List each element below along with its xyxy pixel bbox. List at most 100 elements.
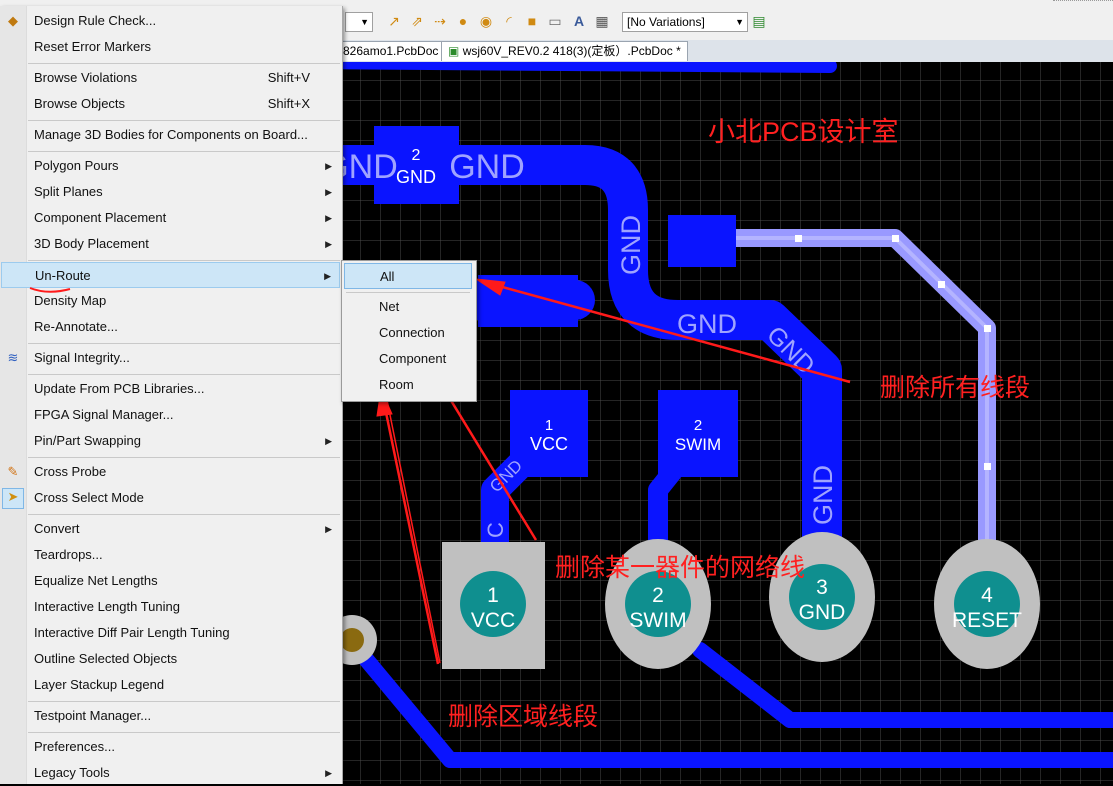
pad-net: GND [799,601,846,624]
trace-label: GND [449,148,525,186]
menu-separator [28,732,340,733]
menu-item-update-from-pcb-libraries[interactable]: Update From PCB Libraries... [1,376,340,402]
menu-separator [28,63,340,64]
tab-wsj60v[interactable]: ▣ wsj60V_REV0.2 418(3)(定板）.PcbDoc * [441,41,688,61]
menu-item-component-placement[interactable]: Component Placement ▶ [1,205,340,231]
submenu-arrow-icon: ▶ [325,239,332,249]
pad-number: 2 [694,417,702,434]
submenu-item-net[interactable]: Net [344,294,472,320]
menu-item-reset-error-markers[interactable]: Reset Error Markers [1,34,340,60]
submenu-arrow-icon: ▶ [325,213,332,223]
pad-reset-smd[interactable] [668,215,736,267]
track-top[interactable] [293,62,837,73]
signal-integrity-icon: ≋ [7,350,19,365]
variations-select[interactable]: [No Variations] ▼ [622,12,748,32]
trace-label: GND [808,465,838,525]
pad-net: SWIM [675,435,721,454]
menu-item-3d-body-placement[interactable]: 3D Body Placement ▶ [1,231,340,257]
string-icon[interactable]: A [571,13,587,29]
submenu-arrow-icon: ▶ [325,187,332,197]
menu-item-convert[interactable]: Convert ▶ [1,516,340,542]
diff-pair-icon[interactable]: ⇗ [409,13,425,29]
trace-label: GND [616,215,646,275]
submenu-item-component[interactable]: Component [344,346,472,372]
menu-item-manage-3d-bodies[interactable]: Manage 3D Bodies for Components on Board… [1,122,340,148]
menu-item-equalize-net-lengths[interactable]: Equalize Net Lengths [1,568,340,594]
menu-separator [28,701,340,702]
pad-number: 4 [981,584,993,607]
menu-item-re-annotate[interactable]: Re-Annotate... [1,314,340,340]
menu-item-cross-probe[interactable]: ✎ Cross Probe [1,459,340,485]
board-icon[interactable]: ▤ [751,13,767,29]
tools-menu: ◆ Design Rule Check... Reset Error Marker… [0,6,343,784]
menu-separator [28,343,340,344]
menu-item-cross-select-mode[interactable]: ➤ Cross Select Mode [1,485,340,511]
menu-separator [28,120,340,121]
trace-label: C [483,522,508,538]
annotation-delete-region: 删除区域线段 [448,703,599,731]
pad-number: 2 [652,584,664,607]
pad-number: 1 [545,417,553,434]
chevron-down-icon: ▼ [735,17,744,27]
menu-item-density-map[interactable]: Density Map [1,288,340,314]
submenu-arrow-icon: ▶ [325,524,332,534]
watermark-label: 小北PCB设计室 [708,117,899,147]
toolbar-dropdown[interactable]: ▼ [345,12,373,32]
menu-item-design-rule-check[interactable]: ◆ Design Rule Check... [1,8,340,34]
menu-item-browse-objects[interactable]: Browse Objects Shift+X [1,91,340,117]
submenu-item-connection[interactable]: Connection [344,320,472,346]
annotation-delete-component: 删除某一器件的网络线 [555,554,806,582]
pad-net: VCC [471,609,515,632]
menu-item-fpga-signal-manager[interactable]: FPGA Signal Manager... [1,402,340,428]
menu-item-pin-part-swapping[interactable]: Pin/Part Swapping ▶ [1,428,340,454]
tab-826amo1[interactable]: 826amo1.PcbDoc * [336,41,454,61]
pad-net: VCC [530,434,568,454]
menu-separator [346,292,470,293]
menu-separator [28,457,340,458]
pad-net: RESET [952,609,1022,632]
submenu-arrow-icon: ▶ [324,271,331,281]
menu-separator [28,514,340,515]
un-route-submenu: All Net Connection Component Room [341,260,477,402]
menu-item-outline-selected-objects[interactable]: Outline Selected Objects [1,646,340,672]
pad-net: SWIM [629,609,686,632]
menu-item-preferences[interactable]: Preferences... [1,734,340,760]
menu-item-layer-stackup-legend[interactable]: Layer Stackup Legend [1,672,340,698]
annotation-delete-all: 删除所有线段 [880,374,1031,402]
submenu-item-all[interactable]: All [344,263,472,289]
fill-icon[interactable]: ■ [524,13,540,29]
menu-separator [28,260,340,261]
pad-number: 1 [487,584,499,607]
menu-item-polygon-pours[interactable]: Polygon Pours ▶ [1,153,340,179]
pad-number: 2 [412,147,421,164]
toolbar-gripper [1053,0,1113,9]
menu-separator [28,151,340,152]
menu-item-testpoint-manager[interactable]: Testpoint Manager... [1,703,340,729]
cross-probe-icon: ✎ [7,464,19,479]
submenu-arrow-icon: ▶ [325,161,332,171]
pad-net: GND [396,167,436,187]
submenu-arrow-icon: ▶ [325,436,332,446]
via-icon[interactable]: ◉ [478,13,494,29]
pcb-doc-icon: ▣ [448,44,460,58]
menu-item-signal-integrity[interactable]: ≋ Signal Integrity... [1,345,340,371]
polygon-icon[interactable]: ▭ [547,13,563,29]
variations-value: [No Variations] [627,15,705,29]
menu-item-browse-violations[interactable]: Browse Violations Shift+V [1,65,340,91]
submenu-arrow-icon: ▶ [325,768,332,778]
drc-icon: ◆ [8,13,18,28]
pad-number: 3 [816,576,828,599]
menu-item-interactive-diff-pair-length-tuning[interactable]: Interactive Diff Pair Length Tuning [1,620,340,646]
submenu-item-room[interactable]: Room [344,372,472,398]
grid-select-icon[interactable]: ▦ [594,13,610,29]
multi-route-icon[interactable]: ⇢ [432,13,448,29]
menu-separator [28,374,340,375]
arc-icon[interactable]: ◜ [501,13,517,29]
menu-item-split-planes[interactable]: Split Planes ▶ [1,179,340,205]
menu-item-interactive-length-tuning[interactable]: Interactive Length Tuning [1,594,340,620]
pad-icon[interactable]: ● [455,13,471,29]
route-icon[interactable]: ↗ [386,13,402,29]
menu-item-legacy-tools[interactable]: Legacy Tools ▶ [1,760,340,786]
menu-item-teardrops[interactable]: Teardrops... [1,542,340,568]
cross-select-icon: ➤ [2,488,24,509]
